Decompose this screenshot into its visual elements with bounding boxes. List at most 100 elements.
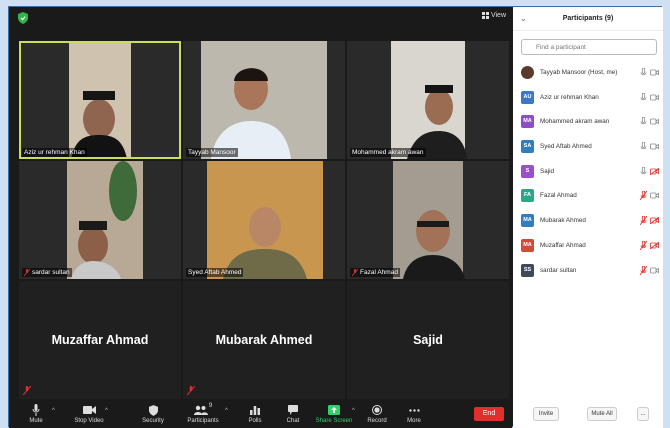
mic-icon[interactable] bbox=[640, 166, 647, 176]
participants-options-caret[interactable]: ^ bbox=[225, 408, 228, 414]
security-button[interactable]: Security bbox=[130, 403, 176, 424]
participant-row[interactable]: FA Fazal Ahmad bbox=[513, 184, 663, 209]
video-tile[interactable]: Tayyab Mansoor bbox=[183, 41, 345, 159]
participant-name: Mohammed akram awan bbox=[540, 118, 610, 126]
participant-row[interactable]: MA Muzaffar Ahmad bbox=[513, 234, 663, 259]
shield-icon[interactable] bbox=[18, 12, 28, 24]
video-off-icon[interactable] bbox=[650, 241, 659, 249]
video-camera-icon[interactable] bbox=[650, 267, 659, 274]
participant-name: Aziz ur rehman Khan bbox=[540, 93, 599, 101]
video-tile[interactable]: Fazal Ahmad bbox=[347, 161, 509, 279]
mic-muted-icon[interactable] bbox=[640, 240, 647, 250]
participants-button[interactable]: 9 Participants bbox=[180, 403, 226, 424]
participant-name-placeholder: Muzaffar Ahmad bbox=[51, 333, 149, 347]
panel-header: ⌄ Participants (9) bbox=[513, 7, 663, 31]
participant-name: Syed Aftab Ahmed bbox=[540, 143, 592, 151]
video-tile[interactable]: Mohammed akram awan bbox=[347, 41, 509, 159]
participant-name-placeholder: Mubarak Ahmed bbox=[215, 333, 313, 347]
video-tile[interactable]: Mubarak Ahmed bbox=[183, 281, 345, 399]
mic-icon[interactable] bbox=[640, 92, 647, 102]
mic-muted-icon bbox=[24, 269, 30, 276]
video-tile[interactable]: Syed Aftab Ahmed bbox=[183, 161, 345, 279]
video-tile[interactable]: Sajid bbox=[347, 281, 509, 399]
shield-icon bbox=[148, 404, 158, 416]
participant-row[interactable]: SS sardar sultan bbox=[513, 259, 663, 284]
video-off-icon[interactable] bbox=[650, 217, 659, 225]
share-screen-button[interactable]: Share Screen bbox=[311, 403, 357, 424]
video-camera-icon[interactable] bbox=[650, 118, 659, 125]
video-tile[interactable]: Muzaffar Ahmad bbox=[19, 281, 181, 399]
participant-name: Tayyab Mansoor (Host, me) bbox=[540, 69, 618, 76]
tile-name: Fazal Ahmad bbox=[350, 268, 400, 277]
tile-name: Aziz ur rehman Khan bbox=[22, 148, 87, 157]
view-label: View bbox=[490, 12, 506, 19]
record-icon bbox=[372, 405, 382, 415]
mic-icon[interactable] bbox=[640, 117, 647, 126]
participant-name-placeholder: Sajid bbox=[413, 333, 443, 347]
mic-muted-icon bbox=[352, 269, 358, 276]
bar-chart-icon bbox=[250, 406, 260, 415]
participant-row[interactable]: S Sajid bbox=[513, 160, 663, 185]
video-camera-icon[interactable] bbox=[650, 143, 659, 150]
video-tile[interactable]: Aziz ur rehman Khan bbox=[19, 41, 181, 159]
grid-icon bbox=[481, 12, 489, 19]
mic-muted-icon[interactable] bbox=[640, 265, 647, 275]
mic-muted-icon[interactable] bbox=[640, 216, 647, 226]
gallery-view: View Aziz ur rehman Khan Tayyab Mansoor … bbox=[9, 7, 512, 428]
zoom-window: View Aziz ur rehman Khan Tayyab Mansoor … bbox=[8, 6, 663, 428]
participant-row[interactable]: SA Syed Aftab Ahmed bbox=[513, 135, 663, 160]
more-button[interactable]: More bbox=[391, 403, 437, 424]
participant-video bbox=[183, 161, 345, 279]
end-button[interactable]: End bbox=[474, 407, 504, 421]
participant-video bbox=[183, 41, 345, 159]
mic-icon bbox=[32, 404, 40, 416]
more-dots-icon bbox=[408, 408, 420, 412]
chat-button[interactable]: Chat bbox=[270, 403, 316, 424]
participant-video bbox=[19, 161, 181, 279]
video-off-icon[interactable] bbox=[650, 167, 659, 175]
participants-icon bbox=[193, 405, 208, 415]
participant-video bbox=[347, 161, 509, 279]
participant-row[interactable]: AU Aziz ur rehman Khan bbox=[513, 86, 663, 111]
mic-muted-icon bbox=[187, 386, 195, 395]
mic-icon[interactable] bbox=[640, 142, 647, 151]
participant-video bbox=[347, 41, 509, 159]
video-tile[interactable]: sardar sultan bbox=[19, 161, 181, 279]
participant-name: Fazal Ahmad bbox=[540, 192, 577, 200]
panel-title: Participants (9) bbox=[562, 15, 614, 22]
video-options-caret[interactable]: ^ bbox=[105, 408, 108, 414]
video-camera-icon[interactable] bbox=[650, 192, 659, 199]
video-camera-icon[interactable] bbox=[650, 94, 659, 101]
tile-name: Tayyab Mansoor bbox=[186, 148, 238, 157]
avatar: MA bbox=[521, 214, 534, 228]
participant-name: Muzaffar Ahmad bbox=[540, 241, 586, 249]
participant-row[interactable]: Tayyab Mansoor (Host, me) bbox=[513, 61, 663, 86]
share-screen-icon bbox=[328, 405, 340, 415]
avatar: SA bbox=[521, 140, 534, 154]
participant-list: Tayyab Mansoor (Host, me) AU Aziz ur rehma… bbox=[513, 61, 663, 283]
avatar: MA bbox=[521, 238, 534, 252]
tile-name: sardar sultan bbox=[22, 268, 72, 277]
avatar: AU bbox=[521, 90, 534, 104]
tile-name: Syed Aftab Ahmed bbox=[186, 268, 244, 277]
tile-name: Mohammed akram awan bbox=[350, 148, 426, 157]
avatar: FA bbox=[521, 189, 534, 203]
mute-options-caret[interactable]: ^ bbox=[52, 408, 55, 414]
participant-search-input[interactable] bbox=[521, 39, 657, 55]
top-bar: View bbox=[9, 7, 512, 29]
invite-button[interactable]: Invite bbox=[533, 407, 559, 421]
mic-icon[interactable] bbox=[640, 68, 647, 77]
participant-name: Mubarak Ahmed bbox=[540, 217, 586, 225]
participant-row[interactable]: MA Mubarak Ahmed bbox=[513, 209, 663, 234]
video-camera-icon[interactable] bbox=[650, 69, 659, 76]
video-camera-icon bbox=[82, 406, 96, 414]
panel-more-button[interactable]: ... bbox=[637, 407, 649, 421]
mute-all-button[interactable]: Mute All bbox=[587, 407, 617, 421]
participant-name: Sajid bbox=[540, 167, 555, 175]
participants-panel: ⌄ Participants (9) Tayyab Mansoor (Host,… bbox=[513, 7, 663, 428]
participant-name: sardar sultan bbox=[540, 266, 577, 274]
mic-muted-icon[interactable] bbox=[640, 191, 647, 201]
participant-row[interactable]: MA Mohammed akram awan bbox=[513, 110, 663, 135]
view-button[interactable]: View bbox=[481, 12, 506, 19]
avatar: S bbox=[521, 164, 534, 178]
